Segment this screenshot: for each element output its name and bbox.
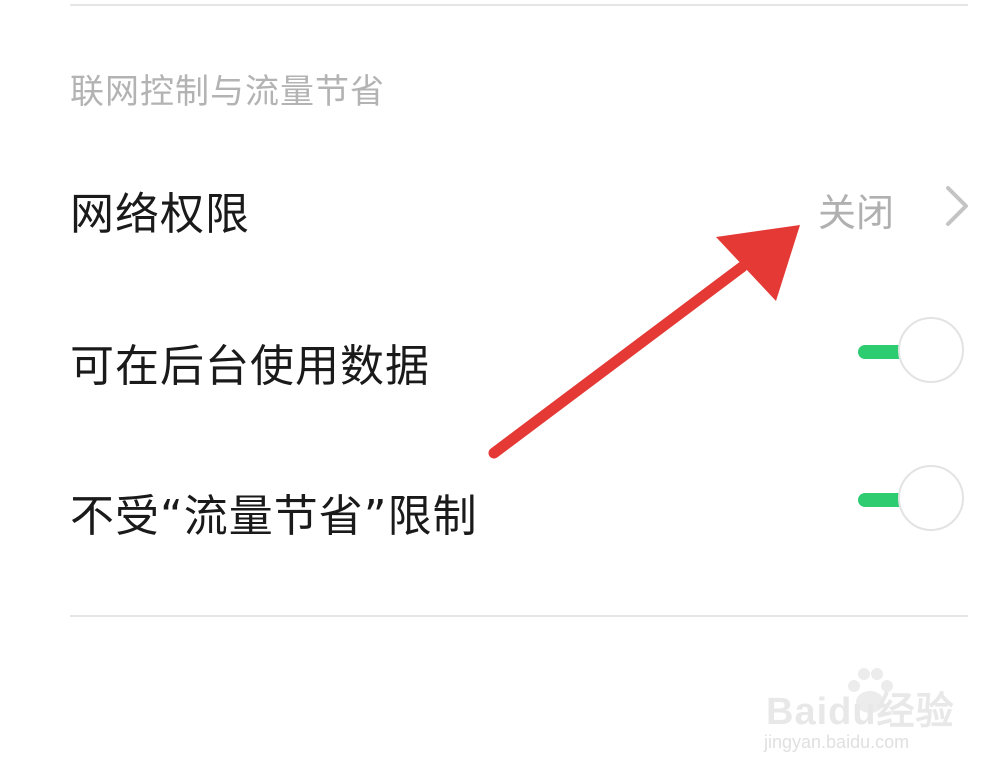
baidu-jingyan-watermark: Baidu经验 jingyan.baidu.com <box>760 662 960 762</box>
bottom-divider <box>70 615 968 617</box>
settings-screen: 联网控制与流量节省 网络权限 关闭 可在后台使用数据 不受“流量节省”限制 Ba… <box>0 0 1000 774</box>
network-permission-label: 网络权限 <box>70 189 250 240</box>
annotation-arrow <box>488 225 800 459</box>
background-data-label: 可在后台使用数据 <box>70 341 430 392</box>
toggle-knob <box>898 465 964 531</box>
section-title: 联网控制与流量节省 <box>70 72 385 112</box>
unrestricted-data-label: 不受“流量节省”限制 <box>70 491 478 542</box>
watermark-url: jingyan.baidu.com <box>764 732 910 752</box>
unrestricted-data-row: 不受“流量节省”限制 <box>0 450 1000 560</box>
toggle-knob <box>898 317 964 383</box>
top-divider <box>70 4 968 6</box>
unrestricted-data-toggle[interactable] <box>856 465 968 535</box>
chevron-right-icon <box>946 186 968 226</box>
watermark-logo-text: Baidu经验 <box>766 691 955 733</box>
network-permission-value: 关闭 <box>818 191 895 235</box>
background-data-toggle[interactable] <box>856 317 968 387</box>
